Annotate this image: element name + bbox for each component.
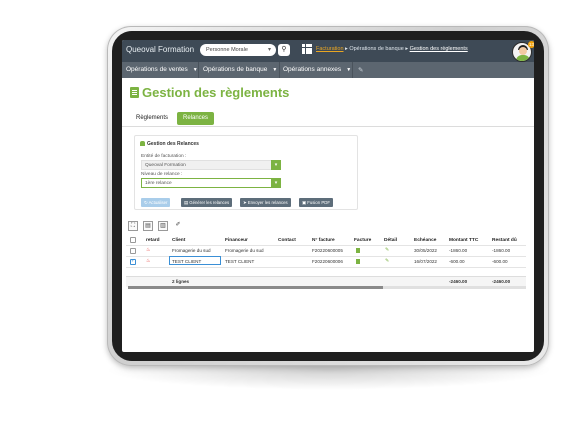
cell-client: Fromagerie du sud (172, 248, 211, 253)
wrench-icon[interactable]: ✐ (173, 221, 183, 231)
menu-operations-annexes[interactable]: Opérations annexes ▼ (283, 66, 351, 73)
cell-facture-no: F20220600005 (312, 248, 343, 253)
expand-icon[interactable]: ⛶ (128, 221, 138, 231)
tab-reglements[interactable]: Règlements (130, 112, 174, 125)
cell-echeance: 16/07/2022 (414, 259, 437, 264)
col-facture-no[interactable]: N° facture (312, 238, 335, 243)
col-financeur[interactable]: Financeur (225, 238, 248, 243)
apps-grid-icon[interactable] (302, 44, 312, 54)
entity-field[interactable]: Queoval Formation ▾ (141, 160, 281, 170)
row-checkbox[interactable] (130, 258, 136, 265)
col-detail[interactable]: Détail (384, 238, 397, 243)
tab-divider (122, 126, 534, 127)
relances-panel: Gestion des Relances Entité de facturati… (134, 135, 358, 210)
notification-badge[interactable]: 13 (528, 41, 534, 48)
scrollbar-thumb[interactable] (128, 286, 383, 289)
cell-financeur: TEST CLIENT (225, 259, 255, 264)
cell-montant: -600.00 (449, 259, 465, 264)
cell-echeance: 30/05/2022 (414, 248, 437, 253)
breadcrumb-facturation[interactable]: Facturation (316, 46, 344, 52)
entity-field-value: Queoval Formation (145, 163, 186, 168)
menu-label: Opérations de banque (203, 66, 268, 73)
col-contact[interactable]: Contact (278, 238, 296, 243)
menu-operations-banque[interactable]: Opérations de banque ▼ (203, 66, 277, 73)
actualiser-button[interactable]: ↻ Actualiser (141, 198, 171, 207)
fire-icon: ♨ (146, 258, 151, 264)
edit-icon[interactable]: ✎ (385, 247, 389, 253)
col-client[interactable]: Client (172, 238, 185, 243)
chevron-down-icon[interactable]: ▾ (271, 160, 281, 170)
menu-operations-ventes[interactable]: Opérations de ventes ▼ (126, 66, 198, 73)
button-label: Générer les relances (189, 200, 230, 205)
total-restant: -2460.00 (492, 279, 511, 284)
chevron-down-icon: ▼ (192, 67, 198, 73)
col-restant-du[interactable]: Restant dû (492, 238, 517, 243)
page-title: Gestion des règlements (142, 85, 290, 100)
fusion-pdf-button[interactable]: ▣ Fusion PDF (299, 198, 333, 207)
entity-select[interactable]: Personne Morale ▾ (200, 44, 276, 56)
col-montant-ttc[interactable]: Montant TTC (449, 238, 478, 243)
invoice-file-icon[interactable] (356, 259, 360, 264)
export-pdf-icon[interactable]: ▥ (158, 221, 168, 231)
bell-icon (140, 141, 145, 146)
search-button[interactable]: ⚲ (278, 44, 290, 56)
cell-client[interactable]: TEST CLIENT (172, 259, 201, 264)
brand-name: Queoval Formation (126, 45, 195, 54)
chevron-down-icon: ▼ (272, 67, 278, 73)
document-icon (130, 87, 139, 98)
level-field-value: 1ère relance (145, 181, 172, 186)
horizontal-scrollbar[interactable] (128, 286, 526, 289)
generer-relances-button[interactable]: ▤ Générer les relances (181, 198, 233, 207)
cell-facture-no: F20220600006 (312, 259, 343, 264)
edit-icon[interactable]: ✎ (385, 258, 389, 264)
level-field[interactable]: 1ère relance ▾ (141, 178, 281, 188)
entity-select-value: Personne Morale (206, 47, 248, 53)
entity-label: Entité de facturation : (141, 154, 187, 159)
chevron-down-icon[interactable]: ▾ (271, 178, 281, 188)
col-facture[interactable]: Facture (354, 238, 371, 243)
select-all-checkbox[interactable] (130, 237, 136, 243)
export-excel-icon[interactable]: ▤ (143, 221, 153, 231)
breadcrumb-operations-banque[interactable]: Opérations de banque (349, 46, 403, 52)
chevron-down-icon: ▾ (267, 47, 271, 53)
edit-menu-icon[interactable]: ✎ (358, 66, 363, 74)
menu-label: Opérations annexes (283, 66, 342, 73)
total-montant: -2460.00 (449, 279, 468, 284)
panel-title: Gestion des Relances (147, 141, 199, 147)
search-icon: ⚲ (281, 46, 287, 53)
cell-montant: -1860.00 (449, 248, 468, 253)
row-checkbox[interactable] (130, 248, 136, 254)
tab-relances[interactable]: Relances (177, 112, 215, 125)
menu-label: Opérations de ventes (126, 66, 188, 73)
col-echeance[interactable]: Echéance (414, 238, 436, 243)
cell-restant: -600.00 (492, 259, 508, 264)
envoyer-relances-button[interactable]: ➤ Envoyer les relances (240, 198, 291, 207)
breadcrumb-gestion-reglements[interactable]: Gestion des règlements (410, 46, 468, 52)
top-bar: Queoval Formation Personne Morale ▾ ⚲ Fa… (122, 40, 534, 62)
button-label: Envoyer les relances (247, 200, 288, 205)
button-label: Actualiser (148, 200, 168, 205)
breadcrumb: Facturation ▸ Opérations de banque ▸ Ges… (316, 46, 468, 52)
stage: Queoval Formation Personne Morale ▾ ⚲ Fa… (0, 0, 561, 436)
app-screen: Queoval Formation Personne Morale ▾ ⚲ Fa… (122, 40, 534, 352)
cell-restant: -1860.00 (492, 248, 511, 253)
row-count: 2 lignes (172, 279, 190, 284)
chevron-down-icon: ▼ (346, 67, 352, 73)
cell-financeur: Fromagerie du sud (225, 248, 264, 253)
col-retard[interactable]: retard (146, 238, 160, 243)
button-label: Fusion PDF (307, 200, 330, 205)
invoice-file-icon[interactable] (356, 248, 360, 253)
main-menu: Opérations de ventes ▼ Opérations de banq… (122, 62, 534, 78)
level-label: Niveau de relance : (141, 172, 183, 177)
fire-icon: ♨ (146, 247, 151, 253)
